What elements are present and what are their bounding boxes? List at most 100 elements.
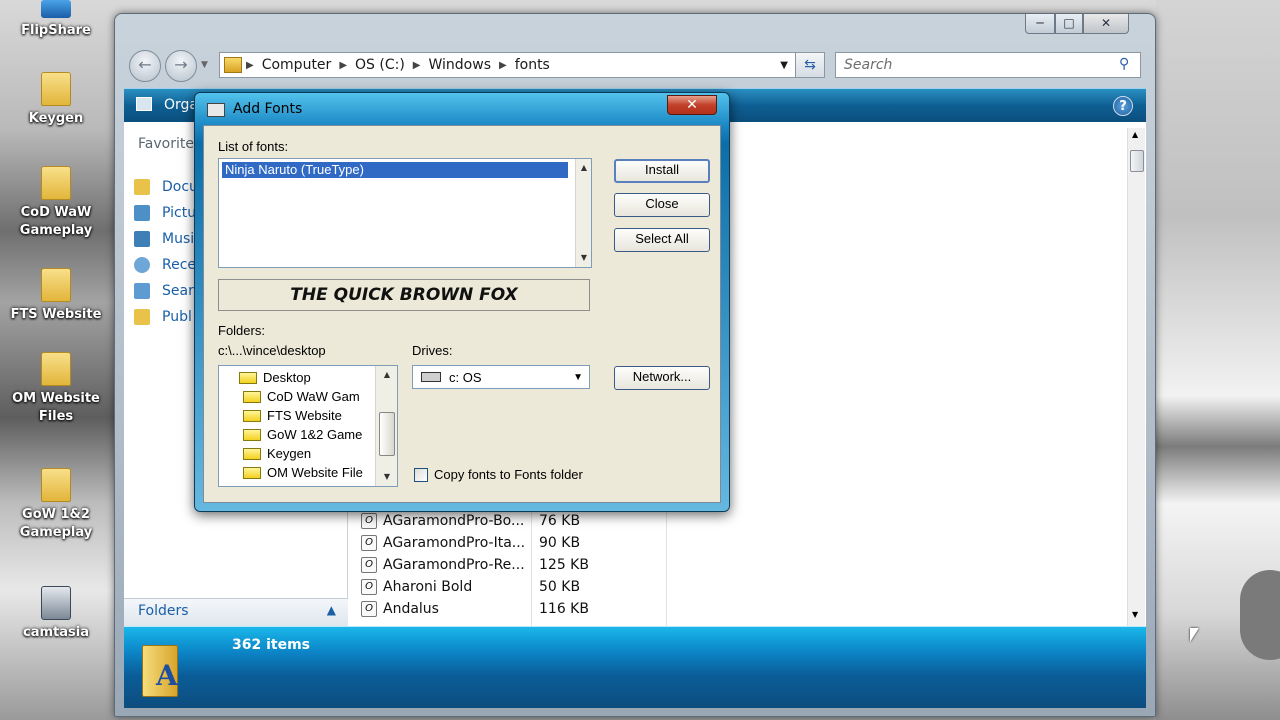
drives-select[interactable]: c: OS ▼: [412, 365, 590, 389]
breadcrumb-computer[interactable]: Computer: [258, 57, 336, 73]
minimize-icon: ─: [1036, 16, 1044, 30]
desktop-icon-keygen[interactable]: Keygen: [6, 72, 106, 128]
fonts-listbox[interactable]: Ninja Naruto (TrueType) ▲ ▼: [218, 158, 592, 268]
scroll-down-icon[interactable]: ▼: [1132, 610, 1138, 619]
file-row[interactable]: O Aharoni Bold 50 KB: [361, 576, 619, 598]
flipshare-icon: [41, 0, 71, 18]
breadcrumb-separator-icon[interactable]: ▶: [409, 60, 425, 71]
organize-button[interactable]: Orga: [164, 97, 198, 113]
breadcrumb-separator-icon[interactable]: ▶: [495, 60, 511, 71]
tree-item[interactable]: GoW 1&2 Game: [243, 425, 362, 444]
close-icon: ✕: [686, 97, 698, 113]
fonts-listbox-scrollbar[interactable]: ▲ ▼: [575, 159, 591, 267]
dialog-close-button[interactable]: ✕: [667, 95, 717, 115]
folders-label: Folders:: [218, 323, 265, 338]
nav-item-searches[interactable]: Searc: [134, 280, 201, 302]
font-list-item[interactable]: Ninja Naruto (TrueType): [222, 162, 568, 178]
chevron-down-icon[interactable]: ▼: [573, 372, 583, 383]
forward-button[interactable]: →: [165, 50, 197, 82]
file-name: Aharoni Bold: [383, 579, 473, 595]
breadcrumb-separator-icon[interactable]: ▶: [335, 60, 351, 71]
scroll-down-icon[interactable]: ▼: [380, 470, 394, 484]
nav-item-label: Docu: [162, 179, 198, 195]
back-button[interactable]: ←: [129, 50, 161, 82]
tree-item[interactable]: Keygen: [243, 444, 311, 463]
file-list-scrollbar[interactable]: ▲ ▼: [1127, 128, 1145, 626]
nav-item-public[interactable]: Publ: [134, 306, 192, 328]
folders-toggle[interactable]: Folders ▲: [124, 598, 348, 626]
tree-item[interactable]: FTS Website: [243, 406, 342, 425]
folders-tree-scrollbar[interactable]: ▲ ▼: [375, 366, 397, 486]
desktop-icon-label: CoD WaW Gameplay: [19, 205, 93, 238]
add-fonts-dialog: Add Fonts ✕ List of fonts: Ninja Naruto …: [194, 92, 730, 512]
folder-icon: [243, 447, 261, 460]
file-row[interactable]: O Andalus 116 KB: [361, 598, 619, 620]
scrollbar-thumb[interactable]: [379, 412, 395, 456]
address-dropdown-icon[interactable]: ▼: [780, 60, 788, 71]
nav-item-recent[interactable]: Rece: [134, 254, 196, 276]
help-icon[interactable]: ?: [1113, 96, 1133, 116]
opentype-font-icon: O: [361, 579, 377, 595]
breadcrumb-windows[interactable]: Windows: [425, 57, 496, 73]
public-folder-icon: [134, 309, 150, 325]
tree-item-desktop[interactable]: Desktop: [239, 368, 311, 387]
file-row[interactable]: O AGaramondPro-Ita... 90 KB: [361, 532, 619, 554]
maximize-button[interactable]: □: [1055, 14, 1083, 34]
close-button[interactable]: Close: [614, 193, 710, 217]
refresh-button[interactable]: ⇆: [795, 52, 825, 78]
back-arrow-icon: ←: [138, 55, 152, 74]
scroll-up-icon[interactable]: ▲: [577, 161, 591, 175]
file-size: 76 KB: [539, 513, 581, 529]
desktop-icon-flipshare[interactable]: FlipShare: [6, 0, 106, 40]
address-bar[interactable]: ▶ Computer ▶ OS (C:) ▶ Windows ▶ fonts ▼: [219, 52, 823, 78]
desktop-icon-label: FTS Website: [10, 307, 102, 322]
search-input[interactable]: Search: [835, 52, 1141, 78]
nav-item-pictures[interactable]: Pictu: [134, 202, 196, 224]
scroll-up-icon[interactable]: ▲: [1132, 130, 1138, 139]
dialog-body: List of fonts: Ninja Naruto (TrueType) ▲…: [203, 125, 721, 503]
file-row[interactable]: O AGaramondPro-Bo... 76 KB: [361, 510, 619, 532]
tree-item[interactable]: CoD WaW Gam: [243, 387, 360, 406]
nav-item-documents[interactable]: Docu: [134, 176, 198, 198]
folder-icon: [243, 390, 261, 403]
nav-item-label: Publ: [162, 309, 192, 325]
close-window-button[interactable]: ✕: [1083, 14, 1129, 34]
scroll-down-icon[interactable]: ▼: [577, 251, 591, 265]
dialog-app-icon: [207, 103, 225, 117]
folder-icon: [41, 166, 71, 200]
folder-icon: [243, 466, 261, 479]
tree-item-label: GoW 1&2 Game: [267, 427, 363, 442]
desktop-icon-om-website[interactable]: OM Website Files: [6, 352, 106, 426]
breadcrumb-fonts[interactable]: fonts: [511, 57, 554, 73]
location-icon: [224, 57, 242, 73]
searches-icon: [134, 283, 150, 299]
recent-pages-dropdown-icon[interactable]: ▼: [201, 60, 208, 70]
minimize-button[interactable]: ─: [1025, 14, 1055, 34]
search-icon[interactable]: ⚲: [1119, 56, 1129, 72]
documents-folder-icon: [134, 179, 150, 195]
copy-fonts-checkbox[interactable]: [414, 468, 428, 482]
tree-item[interactable]: OM Website File: [243, 463, 363, 482]
breadcrumb-os-drive[interactable]: OS (C:): [351, 57, 409, 73]
network-button[interactable]: Network...: [614, 366, 710, 390]
desktop-background-right: [1156, 0, 1280, 720]
select-all-button[interactable]: Select All: [614, 228, 710, 252]
desktop-icon-cod-waw[interactable]: CoD WaW Gameplay: [6, 166, 106, 240]
breadcrumb-separator-icon[interactable]: ▶: [242, 60, 258, 71]
opentype-font-icon: O: [361, 557, 377, 573]
copy-fonts-label: Copy fonts to Fonts folder: [434, 467, 583, 482]
nav-item-music[interactable]: Musi: [134, 228, 194, 250]
desktop-icon-camtasia[interactable]: camtasia: [6, 586, 106, 642]
folders-tree[interactable]: Desktop CoD WaW Gam FTS Website GoW 1&2 …: [218, 365, 398, 487]
scrollbar-thumb[interactable]: [1130, 150, 1144, 172]
chevron-up-icon: ▲: [326, 603, 336, 617]
desktop-icon-fts-website[interactable]: FTS Website: [6, 268, 106, 324]
column-divider: [666, 508, 667, 626]
desktop-icon-gow[interactable]: GoW 1&2 Gameplay: [6, 468, 106, 542]
nav-item-label: Pictu: [162, 205, 197, 221]
camtasia-icon: [41, 586, 71, 620]
scroll-up-icon[interactable]: ▲: [380, 368, 394, 382]
drive-icon: [421, 372, 441, 382]
install-button[interactable]: Install: [614, 159, 710, 183]
file-row[interactable]: O AGaramondPro-Re... 125 KB: [361, 554, 619, 576]
